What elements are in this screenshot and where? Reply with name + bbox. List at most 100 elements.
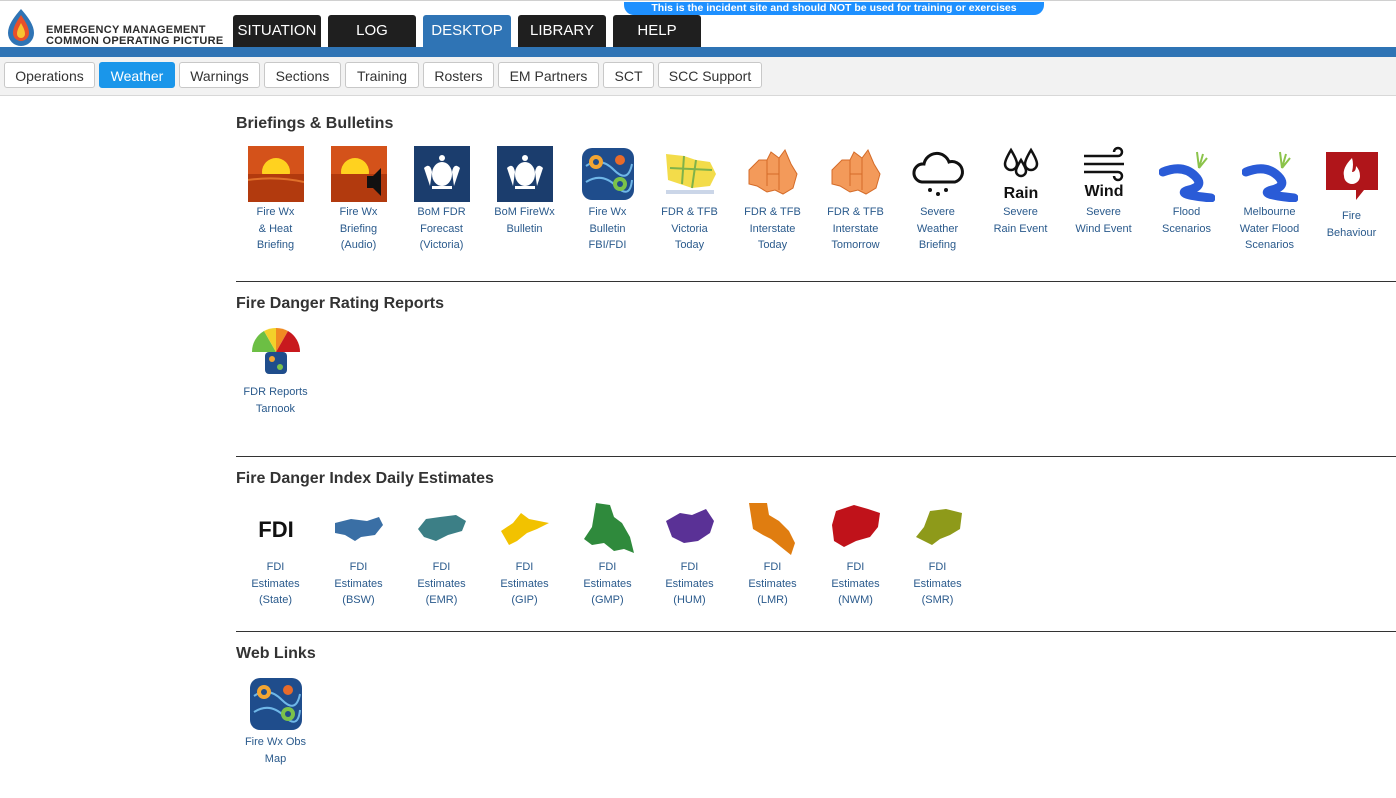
tile-label-line: Map bbox=[264, 752, 287, 765]
subtab-sct[interactable]: SCT bbox=[603, 62, 654, 88]
tile-fire-wx-heat-briefing[interactable]: Fire Wx & Heat Briefing bbox=[234, 146, 317, 254]
subtab-rosters[interactable]: Rosters bbox=[423, 62, 494, 88]
subtab-training[interactable]: Training bbox=[345, 62, 419, 88]
tile-label-line: Estimates bbox=[251, 577, 300, 590]
aboriginal-art-icon bbox=[581, 148, 634, 200]
tile-fdi-smr[interactable]: FDI Estimates (SMR) bbox=[896, 501, 979, 609]
tile-label-line: Fire Wx Obs bbox=[244, 736, 307, 748]
tile-label-line: Tarnook bbox=[255, 402, 296, 415]
section-divider bbox=[236, 281, 1396, 282]
tile-label-line: FDR & TFB bbox=[827, 206, 884, 218]
sunset-audio-icon bbox=[330, 146, 387, 202]
tile-label-line: BoM FireWx bbox=[494, 206, 555, 218]
tile-label-line: FDI bbox=[928, 561, 947, 573]
tab-log[interactable]: LOG bbox=[328, 15, 416, 47]
tile-fdr-tfb-interstate-today[interactable]: FDR & TFB Interstate Today bbox=[731, 146, 814, 254]
tile-label-line: Estimates bbox=[334, 577, 383, 590]
section-title-web-links: Web Links bbox=[236, 645, 316, 662]
wind-icon-text: Wind bbox=[1084, 183, 1123, 200]
subtab-weather[interactable]: Weather bbox=[99, 62, 175, 88]
tile-severe-wind-event[interactable]: Wind Severe Wind Event bbox=[1062, 146, 1145, 237]
tile-label-line: FDI bbox=[763, 561, 782, 573]
subtab-warnings[interactable]: Warnings bbox=[179, 62, 260, 88]
tile-label-line: Fire Wx bbox=[256, 206, 295, 218]
tile-bom-fdr-forecast[interactable]: BoM FDR Forecast (Victoria) bbox=[400, 146, 483, 254]
tile-fdi-nwm[interactable]: FDI Estimates (NWM) bbox=[814, 501, 897, 609]
tile-fdr-tfb-victoria-today[interactable]: FDR & TFB Victoria Today bbox=[648, 146, 731, 254]
tile-label-line: (SMR) bbox=[921, 594, 954, 606]
logo-text: EMERGENCY MANAGEMENT COMMON OPERATING PI… bbox=[46, 25, 224, 47]
tile-fire-wx-briefing-audio[interactable]: Fire Wx Briefing (Audio) bbox=[317, 146, 400, 254]
tile-label-line: Fire Wx bbox=[588, 206, 627, 218]
tile-label-line: Flood bbox=[1172, 206, 1201, 218]
cloud-icon bbox=[912, 151, 964, 196]
tile-label-line: Severe bbox=[1003, 206, 1038, 218]
tile-fdi-hum[interactable]: FDI Estimates (HUM) bbox=[648, 501, 731, 609]
tab-library[interactable]: LIBRARY bbox=[518, 15, 606, 47]
section-title-briefings: Briefings & Bulletins bbox=[236, 115, 394, 132]
subtab-operations[interactable]: Operations bbox=[4, 62, 95, 88]
tile-severe-rain-event[interactable]: Rain Severe Rain Event bbox=[979, 146, 1062, 237]
region-map-icon bbox=[500, 513, 549, 545]
section-divider bbox=[236, 631, 1396, 632]
rain-icon: Rain bbox=[1003, 147, 1038, 202]
subtab-scc-support[interactable]: SCC Support bbox=[658, 62, 762, 88]
tile-label-line: Briefing bbox=[918, 239, 957, 251]
tile-label-line: Estimates bbox=[913, 577, 962, 590]
region-map-icon bbox=[665, 509, 714, 543]
tile-label-line: (NWM) bbox=[838, 594, 873, 606]
victoria-map-icon bbox=[665, 154, 716, 194]
tile-label-line: (State) bbox=[258, 594, 292, 606]
tile-label-line: FDI bbox=[846, 561, 865, 573]
tile-label-line: BoM FDR bbox=[417, 206, 466, 218]
tile-label-line: Estimates bbox=[417, 577, 466, 590]
tile-flood-scenarios[interactable]: Flood Scenarios bbox=[1145, 146, 1228, 237]
tile-fdi-emr[interactable]: FDI Estimates (EMR) bbox=[400, 501, 483, 609]
tile-label-line: Fire bbox=[1342, 210, 1361, 222]
tile-fire-wx-obs-map[interactable]: Fire Wx Obs Map bbox=[234, 676, 317, 767]
tile-severe-weather-briefing[interactable]: Severe Weather Briefing bbox=[896, 146, 979, 254]
tile-label-line: Interstate bbox=[832, 222, 879, 235]
tile-fdi-gmp[interactable]: FDI Estimates (GMP) bbox=[566, 501, 649, 609]
river-icon bbox=[1158, 151, 1215, 202]
logo-line-2: COMMON OPERATING PICTURE bbox=[46, 35, 224, 47]
tile-fdi-bsw[interactable]: FDI Estimates (BSW) bbox=[317, 501, 400, 609]
tile-fdi-gip[interactable]: FDI Estimates (GIP) bbox=[483, 501, 566, 609]
section-title-fdr-reports: Fire Danger Rating Reports bbox=[236, 295, 445, 312]
tile-label-line: Estimates bbox=[583, 577, 632, 590]
coat-of-arms-icon bbox=[413, 146, 470, 202]
section-title-fdi-estimates: Fire Danger Index Daily Estimates bbox=[236, 470, 494, 487]
tile-label-line: Interstate bbox=[749, 222, 796, 235]
tile-label-line: FDI bbox=[515, 561, 534, 573]
tile-label-line: FDR Reports bbox=[243, 386, 308, 398]
tile-bom-firewx-bulletin[interactable]: BoM FireWx Bulletin bbox=[483, 146, 566, 237]
tile-fdi-state[interactable]: FDI FDI Estimates (State) bbox=[234, 501, 317, 609]
tile-fdr-tfb-interstate-tomorrow[interactable]: FDR & TFB Interstate Tomorrow bbox=[814, 146, 897, 254]
tile-label-line: (BSW) bbox=[342, 594, 375, 606]
tile-melbourne-water-flood[interactable]: Melbourne Water Flood Scenarios bbox=[1228, 146, 1311, 254]
tile-label-line: (GMP) bbox=[591, 594, 624, 606]
region-map-icon bbox=[583, 503, 634, 553]
tile-label-line: Severe bbox=[1086, 206, 1121, 218]
tab-desktop[interactable]: DESKTOP bbox=[423, 15, 511, 47]
tile-fdi-lmr[interactable]: FDI Estimates (LMR) bbox=[731, 501, 814, 609]
tile-label-line: (LMR) bbox=[757, 594, 788, 606]
tile-label-line: Estimates bbox=[665, 577, 714, 590]
tile-fdr-reports-tarnook[interactable]: FDR Reports Tarnook bbox=[234, 326, 317, 417]
tab-situation[interactable]: SITUATION bbox=[233, 15, 321, 47]
tile-label-line: Scenarios bbox=[1245, 239, 1294, 251]
tile-fire-behaviour[interactable]: Fire Behaviour bbox=[1310, 150, 1393, 241]
header-divider bbox=[0, 47, 1396, 57]
river-icon bbox=[1241, 151, 1298, 202]
subtab-em-partners[interactable]: EM Partners bbox=[498, 62, 599, 88]
fdr-gauge-icon bbox=[251, 327, 300, 374]
tile-fire-wx-bulletin-fbi[interactable]: Fire Wx Bulletin FBI/FDI bbox=[566, 146, 649, 254]
sunset-icon bbox=[247, 146, 304, 202]
region-map-icon bbox=[748, 503, 795, 555]
tile-label-line: Weather bbox=[916, 222, 959, 235]
tile-label-line: Estimates bbox=[831, 577, 880, 590]
region-map-icon bbox=[334, 517, 383, 541]
tab-help[interactable]: HELP bbox=[613, 15, 701, 47]
tile-label-line: (HUM) bbox=[673, 594, 706, 606]
subtab-sections[interactable]: Sections bbox=[264, 62, 341, 88]
